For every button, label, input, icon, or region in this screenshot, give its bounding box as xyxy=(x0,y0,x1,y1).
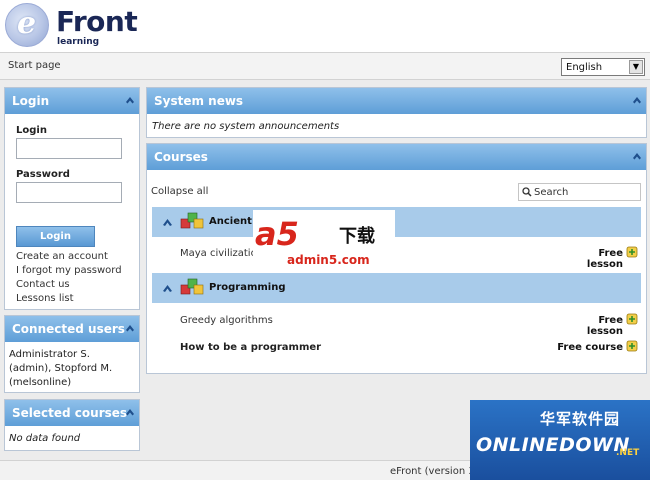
no-data-text: No data found xyxy=(9,433,81,444)
connected-user-line: (melsonline) xyxy=(9,377,72,388)
lesson-name[interactable]: Greedy algorithms xyxy=(180,315,273,326)
a5-watermark-logo: a5 下载 admin5.com xyxy=(253,210,395,270)
login-input[interactable] xyxy=(16,138,122,159)
login-button[interactable]: Login xyxy=(16,226,95,247)
dropdown-arrow-icon[interactable]: ▼ xyxy=(629,60,643,74)
lessons-list-link[interactable]: Lessons list xyxy=(16,293,74,304)
course-name[interactable]: How to be a programmer xyxy=(180,342,321,353)
collapse-icon[interactable] xyxy=(125,95,135,105)
contact-us-link[interactable]: Contact us xyxy=(16,279,70,290)
search-icon xyxy=(522,187,532,197)
lesson-status[interactable]: Free lesson xyxy=(560,248,623,270)
logo-e: e xyxy=(17,6,37,41)
forgot-password-link[interactable]: I forgot my password xyxy=(16,265,122,276)
collapse-all-link[interactable]: Collapse all xyxy=(151,186,208,197)
header: e Front learning xyxy=(0,0,650,52)
lesson-name[interactable]: Maya civilization xyxy=(180,248,263,259)
add-course-icon[interactable] xyxy=(626,340,638,352)
top-bar: Start page xyxy=(0,52,650,80)
connected-users-title: Connected users xyxy=(12,322,125,336)
login-panel-title: Login xyxy=(12,94,50,108)
connected-user-line: Administrator S. xyxy=(9,349,90,360)
add-lesson-icon[interactable] xyxy=(626,246,638,258)
courses-title: Courses xyxy=(154,150,208,164)
a5-watermark-main: a5 xyxy=(255,215,299,253)
selected-courses-header: Selected courses xyxy=(5,400,139,426)
system-news-title: System news xyxy=(154,94,244,108)
language-value: English xyxy=(566,62,603,73)
a5-watermark-url: admin5.com xyxy=(287,253,370,267)
breadcrumb-start-page[interactable]: Start page xyxy=(8,60,61,71)
lesson-status[interactable]: Free lesson xyxy=(560,315,623,337)
collapse-icon[interactable] xyxy=(125,407,135,417)
collapse-icon[interactable] xyxy=(125,323,135,333)
category-name[interactable]: Programming xyxy=(209,282,286,293)
category-bar[interactable]: Ancient C xyxy=(152,207,641,237)
create-account-link[interactable]: Create an account xyxy=(16,251,108,262)
add-lesson-icon[interactable] xyxy=(626,313,638,325)
onlinedown-watermark-net: .NET xyxy=(616,448,640,458)
course-status[interactable]: Free course xyxy=(555,342,623,353)
expand-arrow-icon[interactable] xyxy=(162,217,173,227)
connected-user-line: (admin), Stopford M. xyxy=(9,363,113,374)
logo-front: Front xyxy=(56,5,138,38)
search-input[interactable]: Search xyxy=(518,183,641,201)
login-label: Login xyxy=(16,125,47,136)
password-label: Password xyxy=(16,169,70,180)
onlinedown-watermark-main: ONLINEDOWN xyxy=(476,434,630,456)
onlinedown-watermark-cn: 华军软件园 xyxy=(540,410,621,428)
search-placeholder: Search xyxy=(534,187,569,198)
logo-learning: learning xyxy=(57,37,100,47)
password-input[interactable] xyxy=(16,182,122,203)
category-cubes-icon xyxy=(180,211,204,231)
system-news-empty: There are no system announcements xyxy=(152,121,340,132)
category-cubes-icon xyxy=(180,277,204,297)
a5-watermark-cn: 下载 xyxy=(339,226,375,247)
onlinedown-watermark-logo: 华军软件园 ONLINEDOWN .NET xyxy=(470,400,650,480)
login-panel-header: Login xyxy=(5,88,139,114)
collapse-icon[interactable] xyxy=(632,151,642,161)
courses-header: Courses xyxy=(147,144,646,170)
connected-users-header: Connected users xyxy=(5,316,139,342)
footer-version: eFront (version 3. xyxy=(390,466,478,477)
language-select[interactable]: English ▼ xyxy=(561,58,645,76)
selected-courses-title: Selected courses xyxy=(12,406,128,420)
expand-arrow-icon[interactable] xyxy=(162,283,173,293)
collapse-icon[interactable] xyxy=(632,95,642,105)
category-bar[interactable]: Programming xyxy=(152,273,641,303)
system-news-header: System news xyxy=(147,88,646,114)
